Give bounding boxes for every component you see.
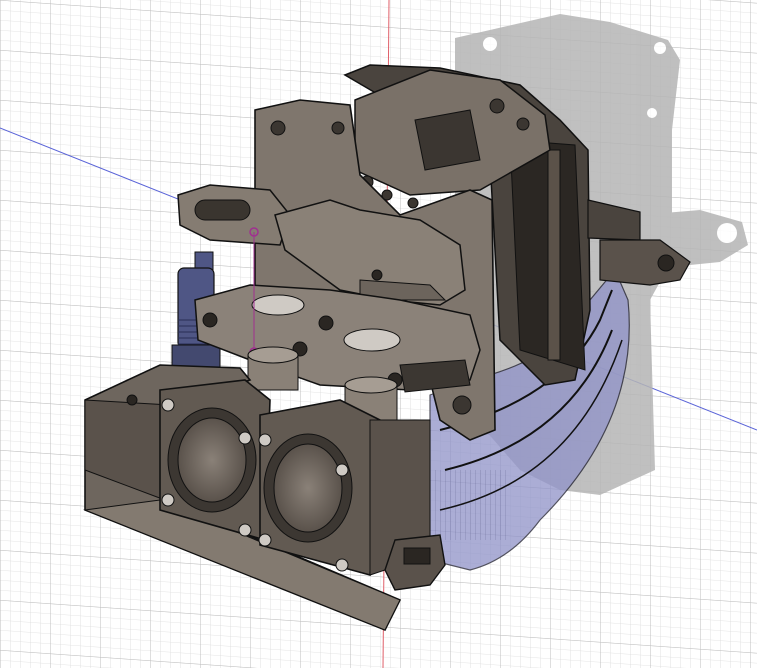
cad-viewport[interactable] xyxy=(0,0,757,668)
